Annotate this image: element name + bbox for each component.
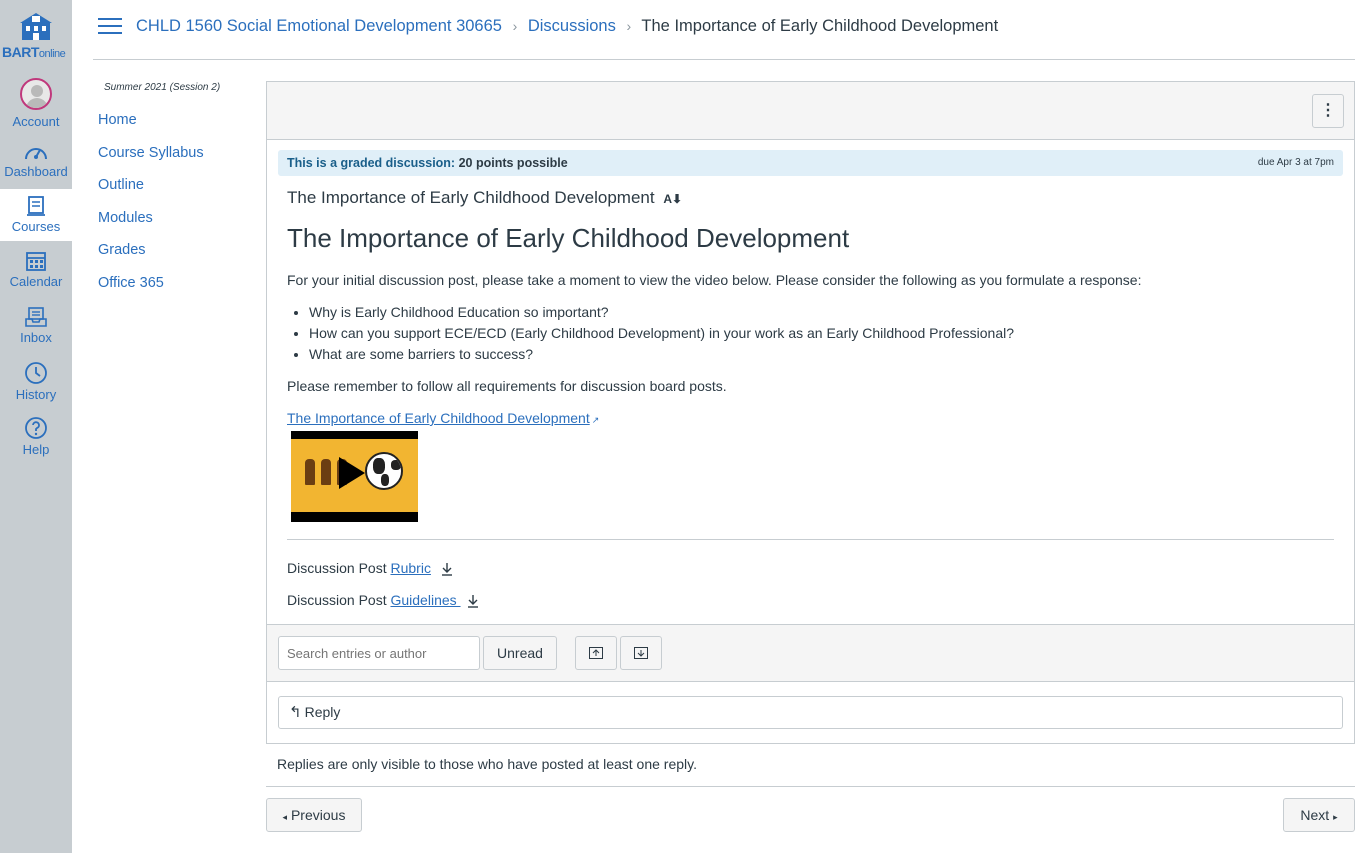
external-link-icon: ↗ [591, 415, 600, 425]
course-nav-modules[interactable]: Modules [98, 210, 204, 243]
breadcrumb-course[interactable]: CHLD 1560 Social Emotional Development 3… [136, 17, 502, 35]
dashboard-icon [25, 148, 47, 160]
expand-replies-button[interactable] [620, 636, 662, 670]
list-item: How can you support ECE/ECD (Early Child… [309, 325, 1014, 346]
next-arrow-icon: ▸ [1333, 812, 1338, 822]
download-icon[interactable] [439, 561, 455, 577]
graded-banner: This is a graded discussion: 20 points p… [278, 150, 1343, 176]
breadcrumb-separator: › [626, 18, 632, 34]
nav-calendar-label: Calendar [9, 274, 63, 289]
immersive-reader-icon[interactable]: A⬇ [663, 192, 682, 206]
discussion-filter-bar: Unread [267, 624, 1354, 682]
help-icon [25, 417, 47, 439]
discussion-title-text: The Importance of Early Childhood Develo… [287, 188, 655, 207]
graded-label: This is a graded discussion: [287, 156, 456, 170]
breadcrumb-separator: › [512, 18, 518, 34]
previous-arrow-icon: ◂ [282, 812, 288, 822]
due-date: due Apr 3 at 7pm [1257, 157, 1334, 168]
guidelines-link[interactable]: Guidelines [390, 592, 460, 608]
reply-button[interactable]: ↰ Reply [278, 696, 1343, 729]
content-divider [287, 539, 1334, 540]
nav-calendar[interactable]: Calendar [0, 250, 72, 294]
reply-icon: ↰ [289, 704, 302, 721]
nav-history[interactable]: History [0, 361, 72, 403]
video-link[interactable]: The Importance of Early Childhood Develo… [287, 410, 599, 426]
breadcrumb-current: The Importance of Early Childhood Develo… [641, 17, 999, 35]
bart-online-logo[interactable]: BARTonline [0, 10, 72, 64]
collapse-icon [589, 647, 603, 659]
points-possible: 20 points possible [458, 156, 568, 170]
nav-account-label: Account [12, 114, 60, 129]
play-icon [339, 457, 365, 489]
discussion-container: ⋮ This is a graded discussion: 20 points… [266, 81, 1355, 744]
collapse-replies-button[interactable] [575, 636, 617, 670]
rubric-link[interactable]: Rubric [390, 560, 430, 576]
course-nav-outline[interactable]: Outline [98, 177, 204, 210]
courses-icon [27, 196, 45, 216]
download-icon[interactable] [465, 593, 481, 609]
video-thumbnail[interactable] [291, 431, 418, 522]
course-menu-toggle[interactable] [98, 18, 122, 36]
attachment-prefix: Discussion Post [287, 592, 391, 608]
course-nav-office365[interactable]: Office 365 [98, 275, 204, 308]
list-item: Why is Early Childhood Education so impo… [309, 304, 1014, 325]
options-menu-button[interactable]: ⋮ [1312, 94, 1344, 128]
discussion-toolbar: ⋮ [267, 82, 1354, 140]
header-divider [93, 59, 1355, 60]
history-icon [25, 362, 47, 384]
expand-icon [634, 647, 648, 659]
term-label: Summer 2021 (Session 2) [104, 82, 221, 93]
attachment-rubric: Discussion Post Rubric [287, 560, 455, 577]
course-nav-syllabus[interactable]: Course Syllabus [98, 145, 204, 178]
previous-button[interactable]: ◂ Previous [266, 798, 362, 832]
nav-courses[interactable]: Courses [0, 189, 72, 241]
footer-divider [266, 786, 1355, 787]
nav-help[interactable]: Help [0, 416, 72, 458]
school-building-icon [20, 13, 52, 40]
nav-history-label: History [15, 387, 57, 402]
globe-icon [365, 452, 403, 490]
logo-text: BARTonline [2, 44, 66, 60]
course-nav: Home Course Syllabus Outline Modules Gra… [98, 112, 204, 307]
nav-help-label: Help [22, 442, 50, 457]
search-entries-input[interactable] [278, 636, 480, 670]
nav-courses-label: Courses [11, 219, 61, 234]
discussion-questions: Why is Early Childhood Education so impo… [309, 304, 1014, 367]
nav-inbox[interactable]: Inbox [0, 306, 72, 348]
unread-filter-button[interactable]: Unread [483, 636, 557, 670]
course-nav-grades[interactable]: Grades [98, 242, 204, 275]
course-nav-home[interactable]: Home [98, 112, 204, 145]
nav-account[interactable]: Account [0, 78, 72, 130]
attachment-guidelines: Discussion Post Guidelines [287, 592, 481, 609]
calendar-icon [26, 252, 46, 271]
video-link-text[interactable]: The Importance of Early Childhood Develo… [287, 410, 590, 426]
discussion-intro: For your initial discussion post, please… [287, 272, 1142, 288]
next-button[interactable]: Next ▸ [1283, 798, 1355, 832]
discussion-reminder: Please remember to follow all requiremen… [287, 378, 727, 394]
discussion-heading: The Importance of Early Childhood Develo… [287, 223, 850, 253]
previous-label: Previous [290, 807, 346, 823]
nav-dashboard-label: Dashboard [4, 164, 68, 179]
breadcrumb: CHLD 1560 Social Emotional Development 3… [136, 17, 998, 36]
reply-label: Reply [304, 704, 341, 720]
breadcrumb-discussions[interactable]: Discussions [528, 17, 616, 35]
nav-dashboard[interactable]: Dashboard [0, 142, 72, 182]
avatar [20, 78, 52, 110]
discussion-title: The Importance of Early Childhood Develo… [287, 188, 682, 208]
nav-inbox-label: Inbox [20, 330, 52, 345]
next-label: Next [1300, 807, 1330, 823]
attachment-prefix: Discussion Post [287, 560, 391, 576]
global-nav: BARTonline Account Dashboard Courses Cal… [0, 0, 72, 853]
inbox-icon [25, 307, 47, 327]
list-item: What are some barriers to success? [309, 346, 1014, 367]
replies-visibility-note: Replies are only visible to those who ha… [277, 756, 697, 772]
